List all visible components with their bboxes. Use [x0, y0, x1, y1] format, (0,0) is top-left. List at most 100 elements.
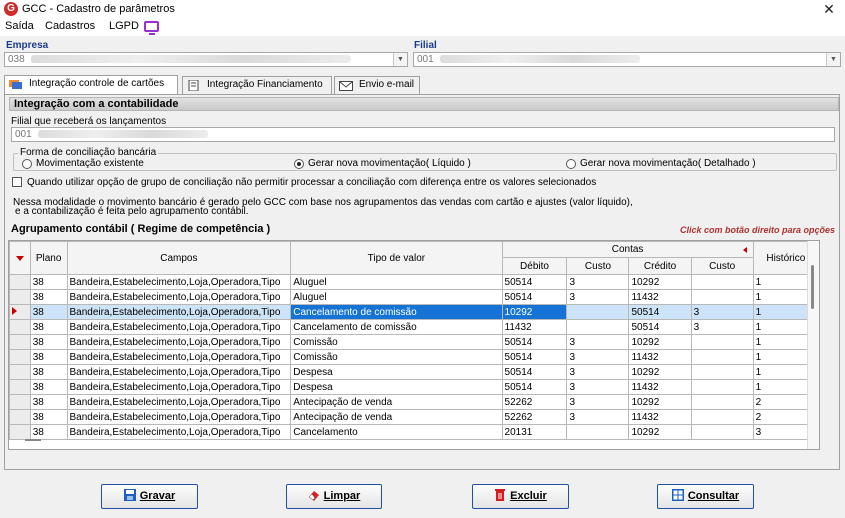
- cell-custo-debito[interactable]: 3: [566, 409, 630, 425]
- row-indicator[interactable]: [9, 334, 31, 350]
- excluir-button[interactable]: Excluir: [472, 484, 569, 509]
- cell-campos[interactable]: Bandeira,Estabelecimento,Loja,Operadora,…: [66, 304, 292, 320]
- close-icon[interactable]: ✕: [819, 0, 839, 18]
- cell-campos[interactable]: Bandeira,Estabelecimento,Loja,Operadora,…: [66, 394, 292, 410]
- cell-custo-credito[interactable]: [690, 334, 754, 350]
- cell-plano[interactable]: 38: [29, 379, 68, 395]
- table-row[interactable]: 38 Bandeira,Estabelecimento,Loja,Operador…: [9, 424, 819, 440]
- cell-credito[interactable]: 11432: [628, 349, 692, 365]
- table-row[interactable]: 38 Bandeira,Estabelecimento,Loja,Operador…: [9, 349, 819, 365]
- cell-custo-credito[interactable]: 3: [690, 304, 754, 320]
- row-indicator[interactable]: [9, 379, 31, 395]
- radio-movimentacao-existente[interactable]: [22, 159, 32, 169]
- cell-campos[interactable]: Bandeira,Estabelecimento,Loja,Operadora,…: [66, 334, 292, 350]
- cell-plano[interactable]: 38: [29, 319, 68, 335]
- cell-custo-debito[interactable]: 3: [566, 349, 630, 365]
- cell-debito[interactable]: 10292: [501, 304, 568, 320]
- cell-custo-debito[interactable]: 3: [566, 289, 630, 305]
- cell-debito[interactable]: 50514: [501, 289, 568, 305]
- table-row[interactable]: 38 Bandeira,Estabelecimento,Loja,Operador…: [9, 334, 819, 350]
- cell-debito[interactable]: 52262: [501, 394, 568, 410]
- col-campos[interactable]: Campos: [66, 241, 292, 275]
- cell-debito[interactable]: 50514: [501, 379, 568, 395]
- cell-debito[interactable]: 50514: [501, 349, 568, 365]
- cell-debito[interactable]: 50514: [501, 364, 568, 380]
- radio-nova-detalhado[interactable]: [566, 159, 576, 169]
- cell-debito[interactable]: 50514: [501, 334, 568, 350]
- cell-plano[interactable]: 38: [29, 424, 68, 440]
- cell-tipo-valor[interactable]: Comissão: [290, 334, 503, 350]
- cell-campos[interactable]: Bandeira,Estabelecimento,Loja,Operadora,…: [66, 409, 292, 425]
- cell-campos[interactable]: Bandeira,Estabelecimento,Loja,Operadora,…: [66, 424, 292, 440]
- collapse-arrow-icon[interactable]: [742, 247, 747, 253]
- row-indicator-header[interactable]: [9, 241, 31, 275]
- cell-tipo-valor[interactable]: Aluguel: [290, 289, 503, 305]
- cell-credito[interactable]: 11432: [628, 289, 692, 305]
- col-debito[interactable]: Débito: [501, 257, 568, 275]
- empresa-combo[interactable]: 038 ▼: [4, 52, 408, 67]
- row-indicator[interactable]: [9, 424, 31, 440]
- cell-plano[interactable]: 38: [29, 289, 68, 305]
- cell-custo-debito[interactable]: 3: [566, 274, 630, 290]
- gravar-button[interactable]: Gravar: [101, 484, 198, 509]
- cell-credito[interactable]: 10292: [628, 334, 692, 350]
- cell-tipo-valor[interactable]: Cancelamento de comissão: [290, 319, 503, 335]
- consultar-button[interactable]: Consultar: [657, 484, 754, 509]
- cell-custo-credito[interactable]: [690, 274, 754, 290]
- cell-custo-credito[interactable]: [690, 289, 754, 305]
- table-row[interactable]: 38 Bandeira,Estabelecimento,Loja,Operador…: [9, 289, 819, 305]
- cell-custo-credito[interactable]: [690, 379, 754, 395]
- cell-custo-credito[interactable]: [690, 394, 754, 410]
- cell-tipo-valor[interactable]: Aluguel: [290, 274, 503, 290]
- horizontal-scroll-thumb[interactable]: [25, 439, 41, 441]
- cell-campos[interactable]: Bandeira,Estabelecimento,Loja,Operadora,…: [66, 349, 292, 365]
- cell-plano[interactable]: 38: [29, 394, 68, 410]
- table-row[interactable]: 38 Bandeira,Estabelecimento,Loja,Operador…: [9, 379, 819, 395]
- col-credito[interactable]: Crédito: [628, 257, 692, 275]
- cell-tipo-valor[interactable]: Cancelamento: [290, 424, 503, 440]
- radio-nova-liquido[interactable]: [294, 159, 304, 169]
- table-row[interactable]: 38 Bandeira,Estabelecimento,Loja,Operador…: [9, 409, 819, 425]
- filial-combo[interactable]: 001 ▼: [413, 52, 841, 67]
- cell-plano[interactable]: 38: [29, 364, 68, 380]
- cell-tipo-valor[interactable]: Antecipação de venda: [290, 409, 503, 425]
- filial-lancamentos-input[interactable]: 001: [11, 127, 835, 142]
- cell-credito[interactable]: 11432: [628, 379, 692, 395]
- table-row[interactable]: 38 Bandeira,Estabelecimento,Loja,Operador…: [9, 364, 819, 380]
- cell-credito[interactable]: 50514: [628, 304, 692, 320]
- col-plano[interactable]: Plano: [29, 241, 68, 275]
- cell-plano[interactable]: 38: [29, 334, 68, 350]
- chevron-down-icon[interactable]: ▼: [826, 53, 840, 66]
- cell-credito[interactable]: 10292: [628, 394, 692, 410]
- tab-envio-email[interactable]: Envio e-mail: [334, 76, 420, 94]
- tab-integracao-financiamento[interactable]: Integração Financiamento: [182, 76, 332, 94]
- table-row[interactable]: 38 Bandeira,Estabelecimento,Loja,Operador…: [9, 304, 819, 320]
- chevron-down-icon[interactable]: ▼: [393, 53, 407, 66]
- row-indicator[interactable]: [9, 364, 31, 380]
- menu-saida[interactable]: Saída: [5, 20, 34, 32]
- cell-debito[interactable]: 52262: [501, 409, 568, 425]
- table-row[interactable]: 38 Bandeira,Estabelecimento,Loja,Operador…: [9, 274, 819, 290]
- cell-credito[interactable]: 10292: [628, 364, 692, 380]
- cell-credito[interactable]: 11432: [628, 409, 692, 425]
- cell-tipo-valor[interactable]: Despesa: [290, 379, 503, 395]
- cell-custo-credito[interactable]: 3: [690, 319, 754, 335]
- vertical-scrollbar[interactable]: [807, 241, 819, 449]
- cell-tipo-valor[interactable]: Antecipação de venda: [290, 394, 503, 410]
- cell-tipo-valor[interactable]: Despesa: [290, 364, 503, 380]
- cell-custo-debito[interactable]: [566, 319, 630, 335]
- agrupamento-grid[interactable]: Plano Campos Tipo de valor Contas Histór…: [8, 240, 820, 450]
- checkbox-nao-permitir-diferenca[interactable]: [12, 177, 22, 187]
- menu-cadastros[interactable]: Cadastros: [45, 20, 95, 32]
- row-indicator[interactable]: [9, 394, 31, 410]
- cell-campos[interactable]: Bandeira,Estabelecimento,Loja,Operadora,…: [66, 289, 292, 305]
- cell-custo-credito[interactable]: [690, 364, 754, 380]
- cell-tipo-valor[interactable]: Cancelamento de comissão: [290, 304, 503, 320]
- cell-custo-debito[interactable]: 3: [566, 394, 630, 410]
- row-indicator[interactable]: [9, 319, 31, 335]
- cell-plano[interactable]: 38: [29, 409, 68, 425]
- cell-custo-debito[interactable]: [566, 304, 630, 320]
- table-row[interactable]: 38 Bandeira,Estabelecimento,Loja,Operador…: [9, 319, 819, 335]
- cell-credito[interactable]: 10292: [628, 274, 692, 290]
- cell-tipo-valor[interactable]: Comissão: [290, 349, 503, 365]
